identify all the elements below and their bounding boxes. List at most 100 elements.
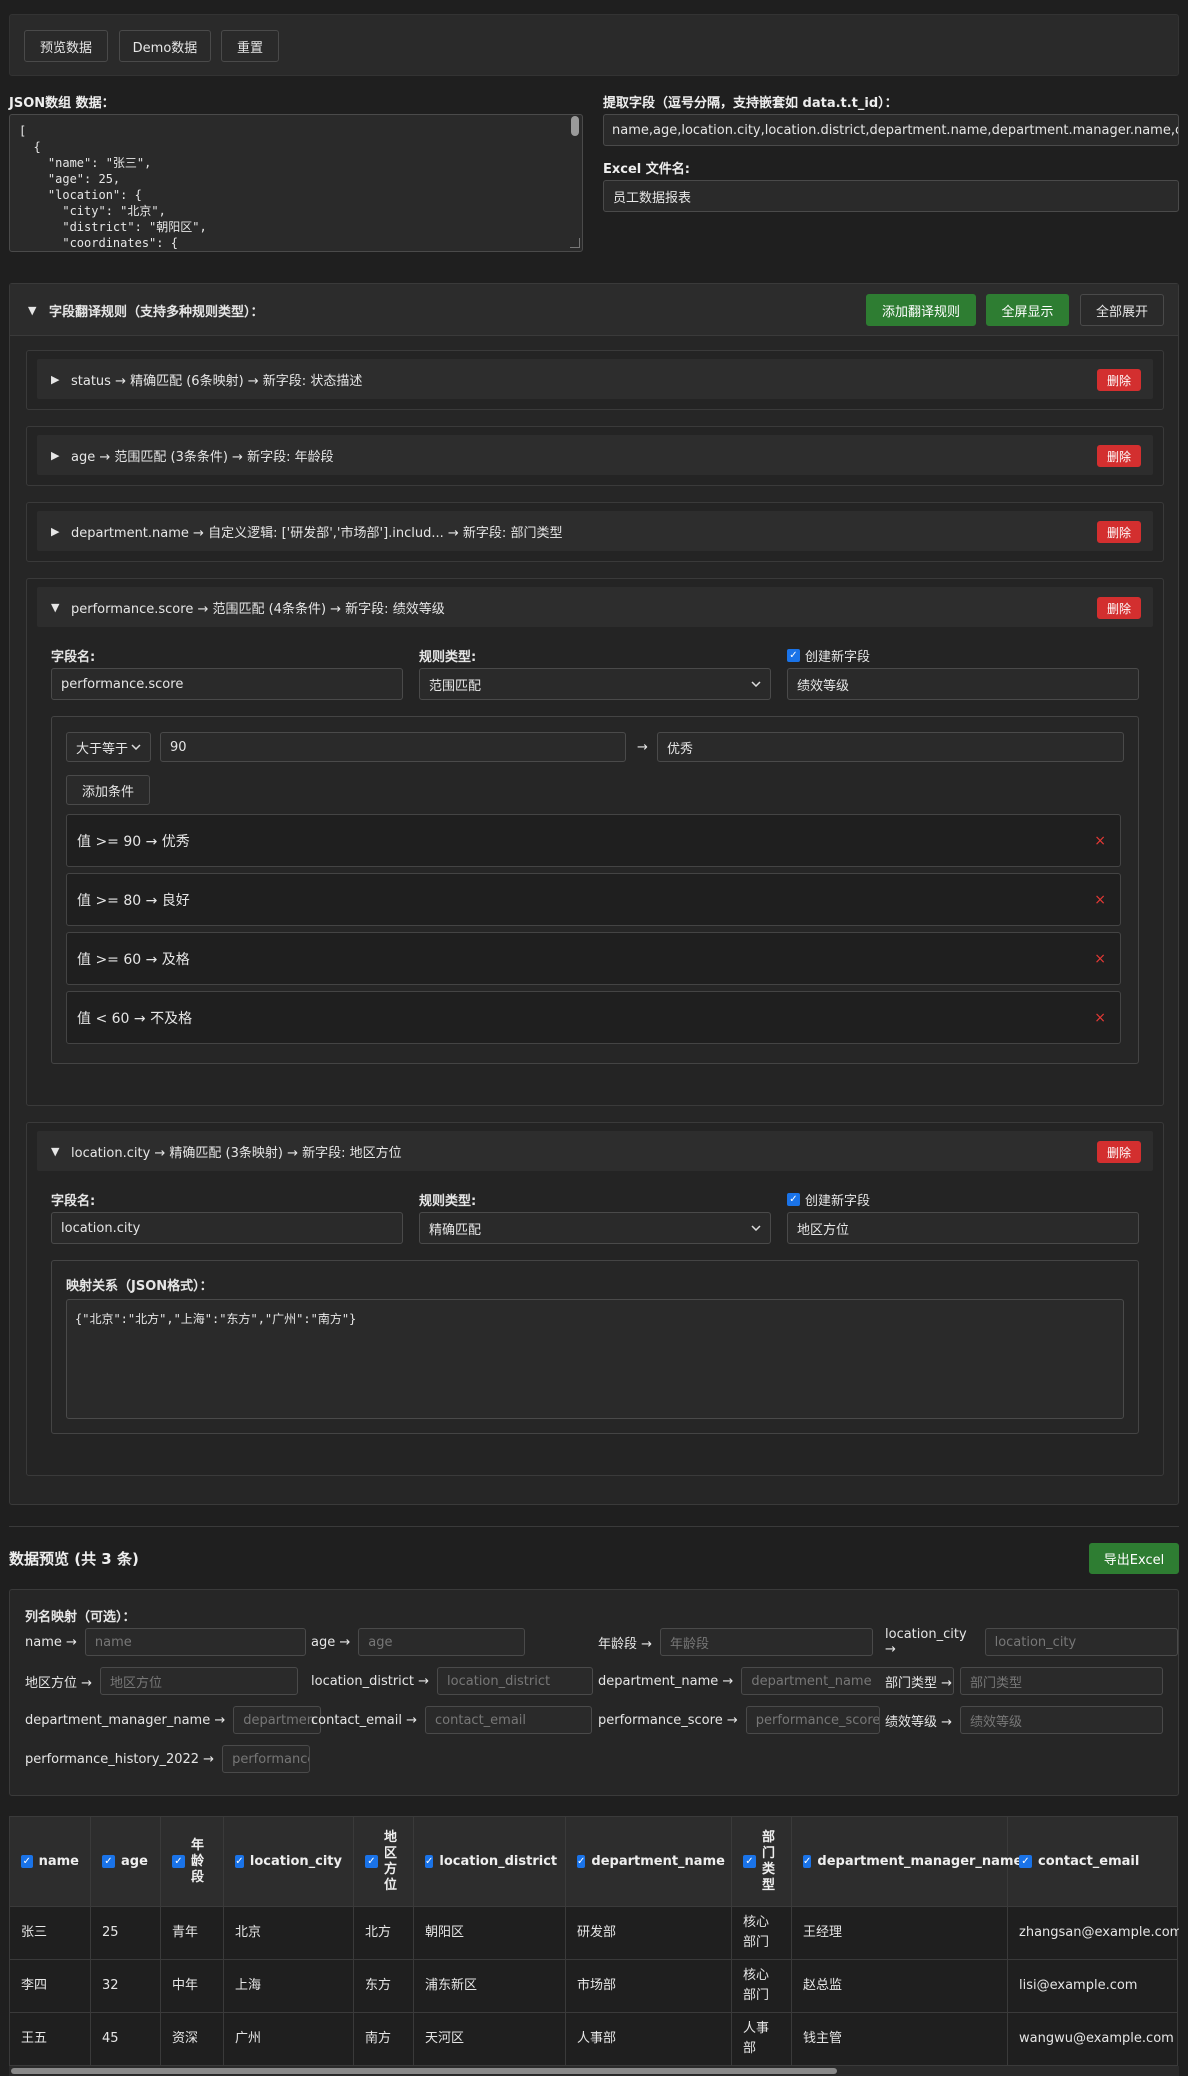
table-scrollbar-track[interactable] xyxy=(9,2066,1179,2076)
column-header[interactable]: ✓ department_manager_name xyxy=(791,1816,1022,1907)
column-header[interactable]: ✓ contact_email xyxy=(1007,1816,1178,1907)
table-cell: 市场部 xyxy=(565,1959,732,2013)
column-header-label: department_manager_name xyxy=(817,1854,1023,1869)
rule-item: ▶ age → 范围匹配 (3条条件) → 新字段: 年龄段 删除 xyxy=(26,426,1164,486)
check-icon[interactable]: ✓ xyxy=(102,1855,115,1868)
collapse-icon[interactable]: ▼ xyxy=(51,1131,59,1171)
add-condition-button[interactable]: 添加条件 xyxy=(66,775,150,805)
column-mapping-input[interactable]: location_district xyxy=(437,1667,594,1695)
check-icon[interactable]: ✓ xyxy=(1019,1855,1032,1868)
rule-header[interactable]: ▼ location.city → 精确匹配 (3条映射) → 新字段: 地区方… xyxy=(37,1131,1153,1171)
check-icon[interactable]: ✓ xyxy=(577,1855,586,1868)
condition-text: 值 < 60 → 不及格 xyxy=(77,1010,193,1027)
table-cell: 东方 xyxy=(353,1959,414,2013)
remove-condition-icon[interactable]: × xyxy=(1094,992,1106,1043)
json-scrollbar[interactable] xyxy=(571,116,579,136)
column-mapping-input[interactable]: name xyxy=(84,1628,306,1656)
table-header-row: ✓ name ✓ age ✓ 年龄段 ✓ location_city ✓ 地区方位 ✓ locatio… xyxy=(9,1816,1178,1907)
check-icon[interactable]: ✓ xyxy=(235,1855,244,1868)
json-data-label: JSON数组 数据： xyxy=(9,96,115,111)
column-header[interactable]: ✓ age xyxy=(90,1816,161,1907)
fullscreen-button[interactable]: 全屏显示 xyxy=(986,294,1069,326)
table-scrollbar-thumb[interactable] xyxy=(11,2068,837,2074)
column-mapping-input[interactable]: 年龄段 xyxy=(660,1628,874,1656)
export-excel-button[interactable]: 导出Excel xyxy=(1089,1543,1179,1574)
column-header[interactable]: ✓ 部门类型 xyxy=(731,1816,792,1907)
column-mapping-label: location_city → xyxy=(885,1627,967,1657)
resize-handle-icon[interactable] xyxy=(570,238,580,248)
condition-result-input[interactable]: 优秀 xyxy=(657,732,1124,762)
column-mapping-input[interactable]: age xyxy=(358,1628,526,1656)
check-icon[interactable]: ✓ xyxy=(172,1855,185,1868)
delete-rule-button[interactable]: 删除 xyxy=(1097,369,1141,391)
new-field-input[interactable]: 地区方位 xyxy=(787,1212,1139,1244)
column-header[interactable]: ✓ location_city xyxy=(223,1816,354,1907)
check-icon[interactable]: ✓ xyxy=(365,1855,378,1868)
check-icon[interactable]: ✓ xyxy=(743,1855,756,1868)
column-header[interactable]: ✓ location_district xyxy=(413,1816,566,1907)
rule-header[interactable]: ▼ performance.score → 范围匹配 (4条条件) → 新字段:… xyxy=(37,587,1153,627)
rules-panel-title: 字段翻译规则（支持多种规则类型）： xyxy=(49,304,264,320)
column-mapping-input[interactable]: contact_email xyxy=(425,1706,593,1734)
column-mapping-row: age → age xyxy=(311,1628,526,1656)
column-header[interactable]: ✓ name xyxy=(9,1816,91,1907)
column-mapping-row: 绩效等级 → 绩效等级 xyxy=(885,1706,1164,1734)
rule-header[interactable]: ▶ age → 范围匹配 (3条条件) → 新字段: 年龄段 删除 xyxy=(37,435,1153,475)
rule-header[interactable]: ▶ department.name → 自定义逻辑: ['研发部','市场部']… xyxy=(37,511,1153,551)
column-mapping-box: 列名映射（可选）： name → name age → age 年龄段 → 年龄段 loca… xyxy=(9,1589,1179,1796)
add-rule-button[interactable]: 添加翻译规则 xyxy=(866,294,976,326)
field-name-input[interactable]: performance.score xyxy=(51,668,403,700)
rule-header[interactable]: ▶ status → 精确匹配 (6条映射) → 新字段: 状态描述 删除 xyxy=(37,359,1153,399)
expand-all-button[interactable]: 全部展开 xyxy=(1080,294,1164,326)
extract-fields-input[interactable]: name,age,location.city,location.district… xyxy=(603,114,1179,146)
column-header[interactable]: ✓ department_name xyxy=(565,1816,732,1907)
rule-title: performance.score → 范围匹配 (4条条件) → 新字段: 绩… xyxy=(71,601,445,617)
delete-rule-button[interactable]: 删除 xyxy=(1097,521,1141,543)
rule-type-select[interactable]: 范围匹配 xyxy=(419,668,771,700)
rule-type-select[interactable]: 精确匹配 xyxy=(419,1212,771,1244)
column-header[interactable]: ✓ 地区方位 xyxy=(353,1816,414,1907)
expand-icon[interactable]: ▶ xyxy=(51,511,59,551)
excel-filename-input[interactable]: 员工数据报表 xyxy=(603,180,1179,212)
collapse-icon[interactable]: ▼ xyxy=(51,587,59,627)
delete-rule-button[interactable]: 删除 xyxy=(1097,597,1141,619)
delete-rule-button[interactable]: 删除 xyxy=(1097,1141,1141,1163)
json-data-textarea[interactable]: [ { "name": "张三", "age": 25, "location":… xyxy=(9,114,583,252)
demo-data-button[interactable]: Demo数据 xyxy=(119,30,211,62)
column-mapping-label: age → xyxy=(311,1634,351,1650)
chevron-down-icon xyxy=(751,1225,761,1231)
operator-select[interactable]: 大于等于 xyxy=(66,732,151,762)
collapse-toggle-icon[interactable]: ▼ xyxy=(28,284,36,336)
column-mapping-input[interactable]: performance_score xyxy=(745,1706,880,1734)
mapping-textarea[interactable]: {"北京":"北方","上海":"东方","广州":"南方"} xyxy=(66,1299,1124,1419)
condition-value-input[interactable]: 90 xyxy=(160,732,626,762)
field-name-input[interactable]: location.city xyxy=(51,1212,403,1244)
column-mapping-input[interactable]: performance xyxy=(222,1745,311,1773)
delete-rule-button[interactable]: 删除 xyxy=(1097,445,1141,467)
remove-condition-icon[interactable]: × xyxy=(1094,874,1106,925)
remove-condition-icon[interactable]: × xyxy=(1094,815,1106,866)
table-cell: 天河区 xyxy=(413,2012,566,2066)
check-icon[interactable]: ✓ xyxy=(425,1855,434,1868)
check-icon[interactable]: ✓ xyxy=(21,1855,33,1868)
preview-data-button[interactable]: 预览数据 xyxy=(24,30,108,62)
column-mapping-input[interactable]: location_city xyxy=(984,1628,1178,1656)
conditions-box: 大于等于 90 → 优秀 添加条件 值 >= 90 → 优秀 × 值 >= 80… xyxy=(51,716,1139,1064)
create-new-field-checkbox[interactable]: ✓ 创建新字段 xyxy=(787,1190,870,1209)
expand-icon[interactable]: ▶ xyxy=(51,359,59,399)
column-mapping-input[interactable]: 部门类型 xyxy=(960,1667,1164,1695)
reset-button[interactable]: 重置 xyxy=(221,30,279,62)
expand-icon[interactable]: ▶ xyxy=(51,435,59,475)
table-cell: 人事部 xyxy=(565,2012,732,2066)
condition-text: 值 >= 90 → 优秀 xyxy=(77,833,190,850)
column-mapping-input[interactable]: 地区方位 xyxy=(100,1667,299,1695)
column-mapping-input[interactable]: departmen xyxy=(233,1706,322,1734)
new-field-input[interactable]: 绩效等级 xyxy=(787,668,1139,700)
column-header-label: 地区方位 xyxy=(384,1829,398,1893)
remove-condition-icon[interactable]: × xyxy=(1094,933,1106,984)
column-mapping-input[interactable]: 绩效等级 xyxy=(960,1706,1164,1734)
create-new-field-checkbox[interactable]: ✓ 创建新字段 xyxy=(787,646,870,665)
rules-panel-header: ▼ 字段翻译规则（支持多种规则类型）： 添加翻译规则 全屏显示 全部展开 xyxy=(10,284,1178,336)
column-header[interactable]: ✓ 年龄段 xyxy=(160,1816,224,1907)
check-icon[interactable]: ✓ xyxy=(803,1855,812,1868)
